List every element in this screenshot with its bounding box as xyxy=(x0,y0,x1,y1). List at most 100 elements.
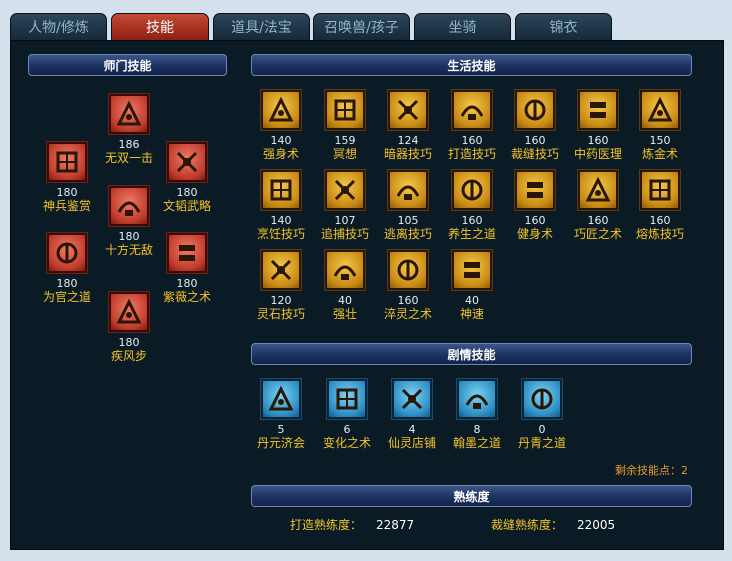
muscle-icon[interactable] xyxy=(325,250,365,290)
forging-proficiency-value: 22877 xyxy=(376,518,415,532)
skill-level: 160 xyxy=(587,134,609,147)
skill-level: 105 xyxy=(397,214,419,227)
herbal-medicine-icon[interactable] xyxy=(578,90,618,130)
forging-proficiency: 打造熟练度： 22877 xyxy=(290,516,414,533)
alchemy-icon[interactable] xyxy=(640,90,680,130)
skill-school-4[interactable]: 180 为官之道 xyxy=(35,233,99,305)
tab-character[interactable]: 人物/修炼 xyxy=(10,13,107,40)
escape-icon[interactable] xyxy=(388,170,428,210)
skill-name: 灵石技巧 xyxy=(256,307,305,321)
skill-name: 文韬武略 xyxy=(162,199,211,213)
skill-name: 丹青之道 xyxy=(517,436,566,450)
skill-life-5[interactable]: 160 中药医理 xyxy=(566,90,630,162)
spirit-shop-icon[interactable] xyxy=(392,379,432,419)
swift-step-icon[interactable] xyxy=(109,292,149,332)
skill-level: 140 xyxy=(270,134,292,147)
skill-level: 0 xyxy=(538,423,546,436)
skill-name: 巧匠之术 xyxy=(573,227,622,241)
clenched-fist-icon[interactable] xyxy=(109,94,149,134)
skill-story-4[interactable]: 0 丹青之道 xyxy=(510,379,574,451)
tab-items[interactable]: 道具/法宝 xyxy=(213,13,310,40)
skill-life-7[interactable]: 140 烹饪技巧 xyxy=(249,170,313,242)
skill-name: 紫薇之术 xyxy=(162,290,211,304)
skill-life-1[interactable]: 159 冥想 xyxy=(313,90,377,162)
meditation-icon[interactable] xyxy=(325,90,365,130)
skill-level: 4 xyxy=(408,423,416,436)
divine-speed-icon[interactable] xyxy=(452,250,492,290)
skill-life-8[interactable]: 107 追捕技巧 xyxy=(313,170,377,242)
crossed-blades-icon[interactable] xyxy=(109,186,149,226)
skill-name: 十方无敌 xyxy=(104,243,153,257)
skill-story-3[interactable]: 8 翰墨之道 xyxy=(445,379,509,451)
skill-level: 120 xyxy=(270,294,292,307)
skill-level: 40 xyxy=(338,294,352,307)
skill-school-2[interactable]: 180 文韬武略 xyxy=(155,142,219,214)
skill-life-11[interactable]: 160 健身术 xyxy=(503,170,567,242)
skill-name: 冥想 xyxy=(332,147,357,161)
skill-school-6[interactable]: 180 疾风步 xyxy=(97,292,161,364)
skill-life-6[interactable]: 150 炼金术 xyxy=(628,90,692,162)
skill-level: 180 xyxy=(56,186,78,199)
skill-life-17[interactable]: 40 神速 xyxy=(440,250,504,322)
skill-name: 健身术 xyxy=(516,227,553,241)
skill-name: 丹元济会 xyxy=(256,436,305,450)
skill-life-2[interactable]: 124 暗器技巧 xyxy=(376,90,440,162)
tempering-bowl-icon[interactable] xyxy=(388,250,428,290)
tab-outfit[interactable]: 锦衣 xyxy=(515,13,612,40)
smelting-icon[interactable] xyxy=(640,170,680,210)
skill-school-5[interactable]: 180 紫薇之术 xyxy=(155,233,219,305)
tailoring-proficiency-label: 裁缝熟练度： xyxy=(491,518,564,532)
hidden-weapon-icon[interactable] xyxy=(388,90,428,130)
remaining-skill-points: 剩余技能点：2 xyxy=(615,464,688,477)
skill-life-13[interactable]: 160 熔炼技巧 xyxy=(628,170,692,242)
ink-brush-icon[interactable] xyxy=(457,379,497,419)
skill-story-1[interactable]: 6 变化之术 xyxy=(315,379,379,451)
official-seal-icon[interactable] xyxy=(47,233,87,273)
skill-level: 180 xyxy=(176,277,198,290)
skill-name: 中药医理 xyxy=(573,147,622,161)
skill-school-0[interactable]: 186 无双一击 xyxy=(97,94,161,166)
skill-level: 160 xyxy=(461,214,483,227)
tab-mount[interactable]: 坐骑 xyxy=(414,13,511,40)
forging-hammer-icon[interactable] xyxy=(452,90,492,130)
elixir-icon[interactable] xyxy=(261,379,301,419)
skill-life-15[interactable]: 40 强壮 xyxy=(313,250,377,322)
skill-school-3[interactable]: 180 十方无敌 xyxy=(97,186,161,258)
cooking-icon[interactable] xyxy=(261,170,301,210)
craftsman-icon[interactable] xyxy=(578,170,618,210)
skill-life-9[interactable]: 105 逃离技巧 xyxy=(376,170,440,242)
spirit-stone-icon[interactable] xyxy=(261,250,301,290)
scroll-strategy-icon[interactable] xyxy=(167,142,207,182)
skill-life-12[interactable]: 160 巧匠之术 xyxy=(566,170,630,242)
body-strength-icon[interactable] xyxy=(261,90,301,130)
skill-name: 淬灵之术 xyxy=(383,307,432,321)
skill-name: 变化之术 xyxy=(322,436,371,450)
skill-story-2[interactable]: 4 仙灵店铺 xyxy=(380,379,444,451)
skill-life-4[interactable]: 160 裁缝技巧 xyxy=(503,90,567,162)
skill-level: 186 xyxy=(118,138,140,151)
skill-life-16[interactable]: 160 淬灵之术 xyxy=(376,250,440,322)
skill-life-3[interactable]: 160 打造技巧 xyxy=(440,90,504,162)
painting-scroll-icon[interactable] xyxy=(522,379,562,419)
tab-summons[interactable]: 召唤兽/孩子 xyxy=(313,13,410,40)
skill-level: 160 xyxy=(587,214,609,227)
tab-skills[interactable]: 技能 xyxy=(111,13,209,40)
transformation-icon[interactable] xyxy=(327,379,367,419)
skill-level: 150 xyxy=(649,134,671,147)
skill-name: 熔炼技巧 xyxy=(635,227,684,241)
skill-name: 暗器技巧 xyxy=(383,147,432,161)
pursuit-icon[interactable] xyxy=(325,170,365,210)
skill-story-0[interactable]: 5 丹元济会 xyxy=(249,379,313,451)
fitness-icon[interactable] xyxy=(515,170,555,210)
skill-name: 疾风步 xyxy=(110,349,147,363)
skill-level: 5 xyxy=(277,423,285,436)
health-cultivation-icon[interactable] xyxy=(452,170,492,210)
tailoring-icon[interactable] xyxy=(515,90,555,130)
skill-level: 160 xyxy=(524,214,546,227)
star-gate-icon[interactable] xyxy=(167,233,207,273)
skill-school-1[interactable]: 180 神兵鉴赏 xyxy=(35,142,99,214)
skill-life-10[interactable]: 160 养生之道 xyxy=(440,170,504,242)
weapon-appraisal-icon[interactable] xyxy=(47,142,87,182)
skill-life-0[interactable]: 140 强身术 xyxy=(249,90,313,162)
skill-life-14[interactable]: 120 灵石技巧 xyxy=(249,250,313,322)
